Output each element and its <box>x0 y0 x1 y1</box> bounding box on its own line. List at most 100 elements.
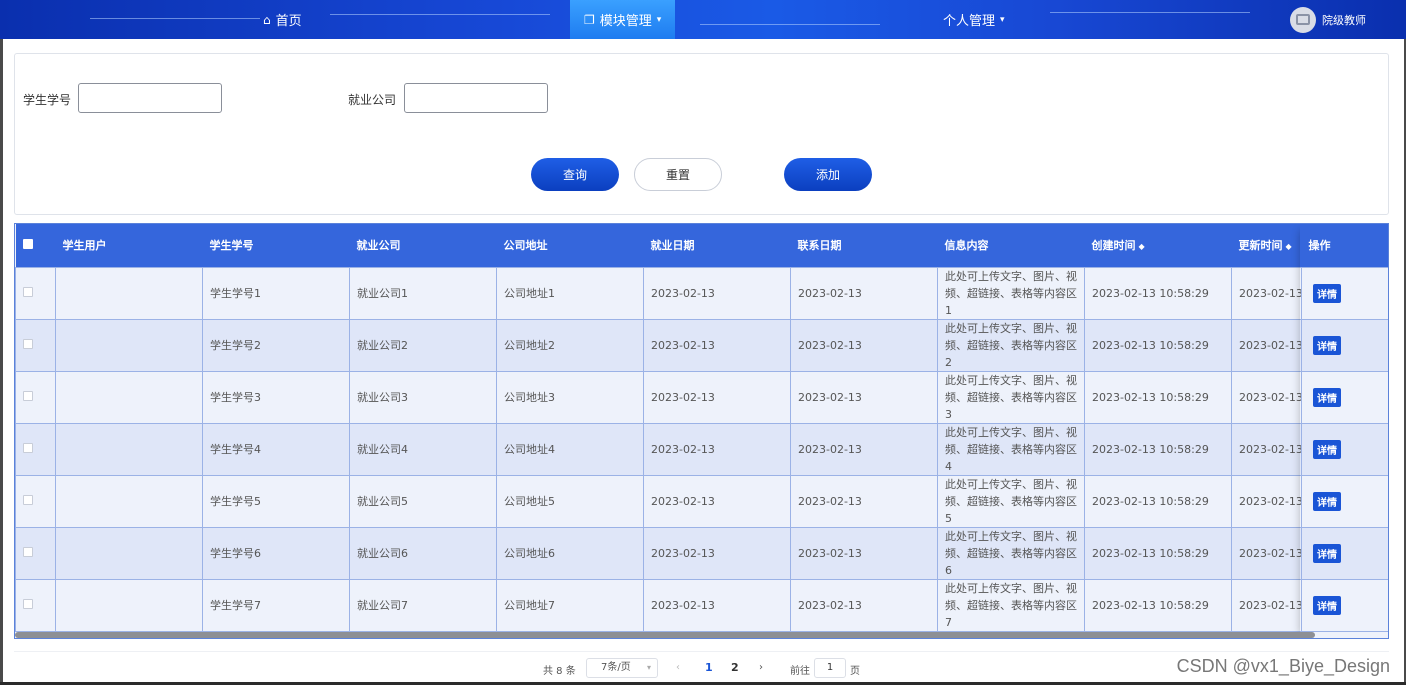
home-icon: ⌂ <box>263 12 271 27</box>
cell-employment-date: 2023-02-13 <box>643 578 791 632</box>
cell-company-address: 公司地址6 <box>496 526 644 580</box>
cell-student-user <box>55 578 203 632</box>
decor-line <box>1050 12 1250 13</box>
add-button[interactable]: 添加 <box>784 158 872 191</box>
next-page-icon[interactable]: › <box>759 662 763 673</box>
cell-created-time: 2023-02-13 10:58:29 <box>1084 266 1232 320</box>
user-menu[interactable]: 院级教师 <box>1290 0 1366 39</box>
detail-button[interactable]: 详情 <box>1313 439 1341 459</box>
cell-student-user <box>55 474 203 528</box>
cell-contact-date: 2023-02-13 <box>790 370 938 424</box>
detail-button[interactable]: 详情 <box>1313 543 1341 563</box>
cell-info-content: 此处可上传文字、图片、视频、超链接、表格等内容区4 <box>937 422 1085 476</box>
row-select-cell[interactable] <box>15 318 56 372</box>
detail-button[interactable]: 详情 <box>1313 595 1341 615</box>
header-created-time[interactable]: 创建时间 ◆ <box>1085 224 1232 267</box>
row-checkbox[interactable] <box>23 338 33 349</box>
goto-page-input[interactable]: 1 <box>814 658 846 678</box>
row-select-cell[interactable] <box>15 474 56 528</box>
reset-button[interactable]: 重置 <box>634 158 722 191</box>
table-row: 学生学号3 就业公司3 公司地址3 2023-02-13 2023-02-13 此处可上传… <box>15 370 1388 424</box>
row-select-cell[interactable] <box>15 578 56 632</box>
page-unit: 页 <box>850 666 860 677</box>
student-id-label: 学生学号 <box>23 93 72 107</box>
cell-company-address: 公司地址5 <box>496 474 644 528</box>
detail-button[interactable]: 详情 <box>1313 387 1341 407</box>
header-company: 就业公司 <box>356 239 401 253</box>
row-checkbox[interactable] <box>23 598 33 609</box>
row-checkbox[interactable] <box>23 390 33 401</box>
cell-info-content: 此处可上传文字、图片、视频、超链接、表格等内容区1 <box>937 266 1085 320</box>
row-select-cell[interactable] <box>15 370 56 424</box>
image-icon <box>1296 14 1310 25</box>
detail-button[interactable]: 详情 <box>1313 335 1341 355</box>
cell-employment-date: 2023-02-13 <box>643 526 791 580</box>
row-select-cell[interactable] <box>15 266 56 320</box>
table-row: 学生学号2 就业公司2 公司地址2 2023-02-13 2023-02-13 此处可上传… <box>15 318 1388 372</box>
goto-label: 前往 <box>790 666 810 677</box>
cell-student-id: 学生学号1 <box>202 266 350 320</box>
cell-updated-time: 2023-02-13 1( <box>1231 370 1302 424</box>
cell-info-content: 此处可上传文字、图片、视频、超链接、表格等内容区5 <box>937 474 1085 528</box>
sort-icon[interactable]: ◆ <box>1286 242 1292 251</box>
chevron-down-icon: ▾ <box>656 14 662 25</box>
table-row: 学生学号1 就业公司1 公司地址1 2023-02-13 2023-02-13 此处可上传… <box>15 266 1388 320</box>
cell-created-time: 2023-02-13 10:58:29 <box>1084 578 1232 632</box>
table-row: 学生学号7 就业公司7 公司地址7 2023-02-13 2023-02-13 此处可上传… <box>15 578 1388 632</box>
cell-actions: 详情 <box>1301 526 1388 580</box>
cell-student-id: 学生学号4 <box>202 422 350 476</box>
cell-employment-date: 2023-02-13 <box>643 474 791 528</box>
cell-company: 就业公司2 <box>349 318 497 372</box>
cell-student-user <box>55 318 203 372</box>
row-checkbox[interactable] <box>23 286 33 297</box>
cell-created-time: 2023-02-13 10:58:29 <box>1084 474 1232 528</box>
row-checkbox[interactable] <box>23 546 33 557</box>
table-row: 学生学号4 就业公司4 公司地址4 2023-02-13 2023-02-13 此处可上传… <box>15 422 1388 476</box>
window-edge <box>0 39 3 685</box>
prev-page-icon[interactable]: ‹ <box>676 662 680 673</box>
row-select-cell[interactable] <box>15 526 56 580</box>
header-updated-time[interactable]: 更新时间 ◆ <box>1232 224 1302 267</box>
cell-created-time: 2023-02-13 10:58:29 <box>1084 422 1232 476</box>
cell-company: 就业公司3 <box>349 370 497 424</box>
cell-employment-date: 2023-02-13 <box>643 318 791 372</box>
cell-student-id: 学生学号2 <box>202 318 350 372</box>
data-table: 学生用户 学生学号 就业公司 公司地址 就业日期 联系日期 信息内容 创建时间 ◆… <box>14 223 1389 639</box>
cell-employment-date: 2023-02-13 <box>643 422 791 476</box>
cell-actions: 详情 <box>1301 578 1388 632</box>
cell-student-id: 学生学号3 <box>202 370 350 424</box>
nav-home[interactable]: ⌂ 首页 <box>263 0 302 39</box>
row-select-cell[interactable] <box>15 422 56 476</box>
nav-module-management[interactable]: ❐ 模块管理 ▾ <box>570 0 676 39</box>
decor-line <box>90 18 260 19</box>
cell-created-time: 2023-02-13 10:58:29 <box>1084 370 1232 424</box>
cell-actions: 详情 <box>1301 266 1388 320</box>
detail-button[interactable]: 详情 <box>1313 491 1341 511</box>
detail-button[interactable]: 详情 <box>1313 283 1341 303</box>
cell-info-content: 此处可上传文字、图片、视频、超链接、表格等内容区3 <box>937 370 1085 424</box>
cell-student-user <box>55 422 203 476</box>
query-button[interactable]: 查询 <box>531 158 619 191</box>
select-all-checkbox[interactable] <box>22 238 33 249</box>
sort-icon[interactable]: ◆ <box>1139 242 1145 251</box>
row-checkbox[interactable] <box>23 442 33 453</box>
decor-line <box>330 14 550 15</box>
page-2[interactable]: 2 <box>731 661 739 674</box>
horizontal-scrollbar[interactable] <box>15 632 1315 638</box>
page-1[interactable]: 1 <box>705 661 713 674</box>
cell-updated-time: 2023-02-13 1( <box>1231 422 1302 476</box>
page-size-select[interactable]: 7条/页 ▾ <box>586 658 658 678</box>
cell-company: 就业公司7 <box>349 578 497 632</box>
header-employment-date: 就业日期 <box>650 239 695 253</box>
nav-personal-management[interactable]: 个人管理 ▾ <box>943 0 1005 39</box>
row-checkbox[interactable] <box>23 494 33 505</box>
cell-contact-date: 2023-02-13 <box>790 266 938 320</box>
company-input[interactable] <box>404 83 548 113</box>
cell-created-time: 2023-02-13 10:58:29 <box>1084 318 1232 372</box>
student-id-input[interactable] <box>78 83 222 113</box>
table: 学生用户 学生学号 就业公司 公司地址 就业日期 联系日期 信息内容 创建时间 ◆… <box>15 224 1388 632</box>
top-nav-bar: ⌂ 首页 ❐ 模块管理 ▾ 个人管理 ▾ 院级教师 <box>0 0 1406 39</box>
select-all-cell[interactable] <box>16 224 56 267</box>
cell-contact-date: 2023-02-13 <box>790 578 938 632</box>
cell-student-user <box>55 526 203 580</box>
